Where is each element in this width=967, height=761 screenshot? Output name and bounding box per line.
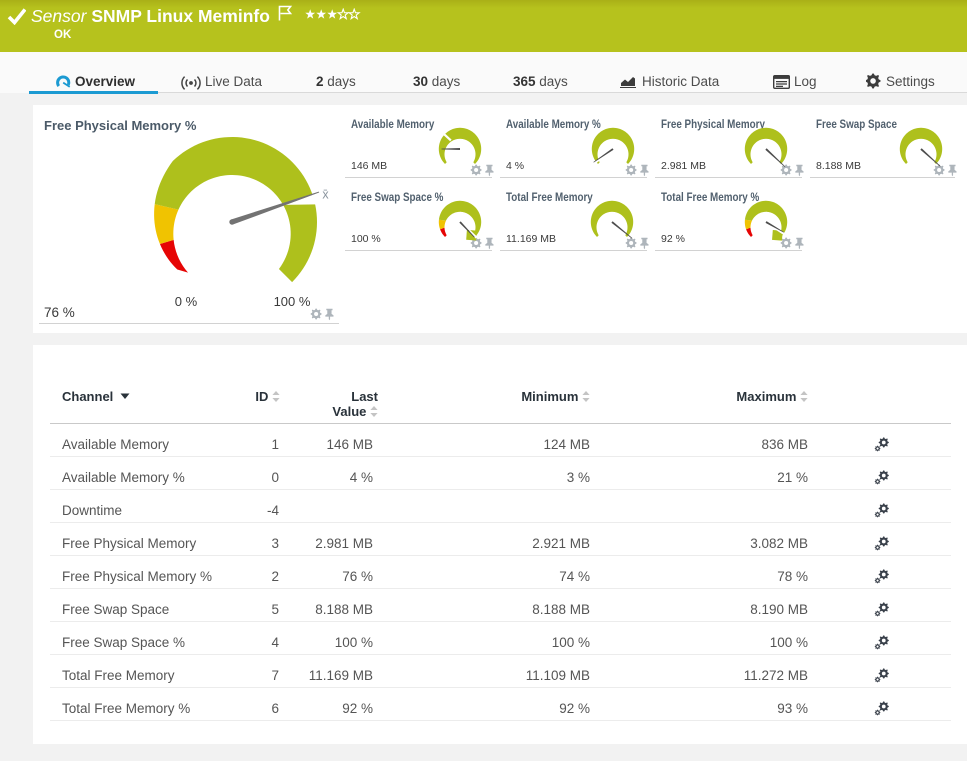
svg-text:x̄: x̄ [322,187,329,201]
